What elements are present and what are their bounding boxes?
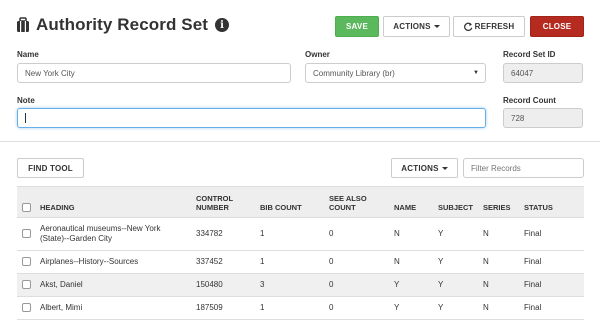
briefcase-icon <box>17 17 29 32</box>
table-row[interactable]: Albert, Mimi 187509 1 0 Y Y N Final <box>17 296 584 320</box>
see-also-count-cell: 0 <box>324 217 389 251</box>
find-tool-label: FIND TOOL <box>28 163 73 173</box>
owner-label: Owner <box>305 50 330 59</box>
heading-cell: Aeronautical museums--New York (State)--… <box>35 217 191 251</box>
filter-records-input[interactable] <box>463 158 584 178</box>
close-button[interactable]: CLOSE <box>530 16 584 37</box>
select-all-checkbox[interactable] <box>22 203 31 212</box>
bib-count-cell: 1 <box>255 250 324 274</box>
subject-cell: Y <box>433 296 479 320</box>
row-select-cell <box>17 250 35 274</box>
name-label: Name <box>17 50 39 59</box>
save-button[interactable]: SAVE <box>335 16 379 37</box>
table-actions-dropdown-button[interactable]: ACTIONS <box>391 158 458 178</box>
see-also-count-cell: 0 <box>324 296 389 320</box>
control-number-cell: 187509 <box>191 296 255 320</box>
column-header-name[interactable]: NAME <box>389 186 433 218</box>
status-cell: Final <box>519 296 584 320</box>
owner-select[interactable]: Community Library (br) ▼ <box>305 63 486 83</box>
bib-count-cell: 1 <box>255 217 324 251</box>
page-title: Authority Record Set <box>36 15 209 34</box>
select-arrow-icon: ▼ <box>473 70 479 76</box>
row-select-cell <box>17 273 35 297</box>
table-row[interactable]: Airplanes--History--Sources 337452 1 0 N… <box>17 250 584 274</box>
refresh-icon <box>463 22 473 31</box>
series-cell: N <box>478 296 520 320</box>
series-cell: N <box>478 217 520 251</box>
column-header-see-also-count[interactable]: SEE ALSO COUNT <box>324 186 389 218</box>
status-cell: Final <box>519 273 584 297</box>
table-actions-label: ACTIONS <box>401 163 439 173</box>
refresh-button[interactable]: REFRESH <box>453 16 525 37</box>
owner-value: Community Library (br) <box>313 68 395 78</box>
page-header: Authority Record Set i <box>16 13 230 37</box>
series-cell: N <box>478 250 520 274</box>
series-cell: N <box>478 273 520 297</box>
table-header-row: HEADING CONTROL NUMBER BIB COUNT SEE ALS… <box>17 186 584 218</box>
name-cell: N <box>389 217 433 251</box>
control-number-cell: 150480 <box>191 273 255 297</box>
record-count-label: Record Count <box>503 96 556 105</box>
column-header-series[interactable]: SERIES <box>478 186 520 218</box>
see-also-count-cell: 0 <box>324 273 389 297</box>
name-cell: Y <box>389 273 433 297</box>
control-number-cell: 337452 <box>191 250 255 274</box>
row-select-cell <box>17 296 35 320</box>
row-checkbox[interactable] <box>22 229 31 239</box>
heading-cell: Airplanes--History--Sources <box>35 250 191 274</box>
row-select-cell <box>17 217 35 251</box>
column-header-bib-count[interactable]: BIB COUNT <box>255 186 324 218</box>
column-header-heading[interactable]: HEADING <box>35 186 191 218</box>
status-cell: Final <box>519 250 584 274</box>
name-cell: Y <box>389 296 433 320</box>
subject-cell: Y <box>433 217 479 251</box>
name-cell: N <box>389 250 433 274</box>
control-number-cell: 334782 <box>191 217 255 251</box>
text-cursor <box>25 113 26 123</box>
record-count-value: 728 <box>511 113 525 123</box>
status-cell: Final <box>519 217 584 251</box>
column-header-control-number[interactable]: CONTROL NUMBER <box>191 186 255 218</box>
heading-cell: Akst, Daniel <box>35 273 191 297</box>
actions-button-label: ACTIONS <box>393 22 431 31</box>
records-table: HEADING CONTROL NUMBER BIB COUNT SEE ALS… <box>17 186 584 320</box>
name-value: New York City <box>25 68 75 78</box>
name-input[interactable]: New York City <box>17 63 291 83</box>
see-also-count-cell: 0 <box>324 250 389 274</box>
section-divider <box>0 141 600 142</box>
caret-down-icon <box>441 166 448 170</box>
record-set-id-field: 64047 <box>503 63 583 83</box>
row-checkbox[interactable] <box>22 257 31 267</box>
refresh-button-label: REFRESH <box>474 22 515 31</box>
find-tool-button[interactable]: FIND TOOL <box>17 158 84 178</box>
row-checkbox[interactable] <box>22 280 31 290</box>
select-all-header <box>17 186 35 218</box>
close-button-label: CLOSE <box>542 22 572 31</box>
save-button-label: SAVE <box>346 22 368 31</box>
caret-down-icon <box>433 25 440 28</box>
record-set-id-value: 64047 <box>511 68 534 78</box>
table-row[interactable]: Akst, Daniel 150480 3 0 Y Y N Final <box>17 273 584 297</box>
heading-cell: Albert, Mimi <box>35 296 191 320</box>
record-set-id-label: Record Set ID <box>503 50 556 59</box>
subject-cell: Y <box>433 273 479 297</box>
column-header-subject[interactable]: SUBJECT <box>433 186 479 218</box>
column-header-status[interactable]: STATUS <box>519 186 584 218</box>
bib-count-cell: 3 <box>255 273 324 297</box>
note-input[interactable] <box>17 108 486 128</box>
row-checkbox[interactable] <box>22 303 31 313</box>
subject-cell: Y <box>433 250 479 274</box>
actions-dropdown-button[interactable]: ACTIONS <box>383 16 450 37</box>
table-row[interactable]: Aeronautical museums--New York (State)--… <box>17 217 584 251</box>
bib-count-cell: 1 <box>255 296 324 320</box>
record-count-field: 728 <box>503 108 583 128</box>
info-icon[interactable]: i <box>215 18 230 32</box>
note-label: Note <box>17 96 35 105</box>
